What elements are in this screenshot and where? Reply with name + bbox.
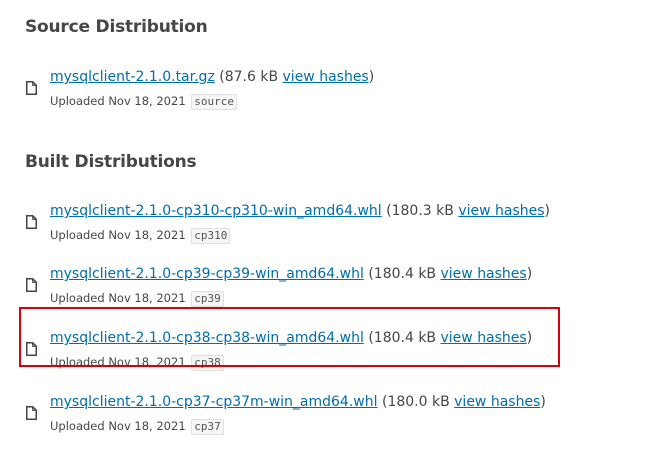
upload-date: Uploaded Nov 18, 2021	[50, 94, 186, 108]
upload-date: Uploaded Nov 18, 2021	[50, 419, 186, 433]
file-line: mysqlclient-2.1.0-cp39-cp39-win_amd64.wh…	[50, 265, 532, 283]
file-download-link[interactable]: mysqlclient-2.1.0-cp39-cp39-win_amd64.wh…	[50, 266, 364, 282]
python-tag: cp37	[191, 419, 224, 435]
view-hashes-link[interactable]: view hashes	[454, 394, 540, 410]
paren-open: (	[381, 203, 392, 219]
upload-meta: Uploaded Nov 18, 2021 source	[50, 93, 238, 110]
paren-close: )	[526, 266, 533, 282]
paren-open: (	[214, 69, 225, 85]
built-distributions-heading: Built Distributions	[25, 152, 197, 172]
paren-close: )	[368, 69, 375, 85]
file-icon	[26, 215, 37, 229]
file-download-link[interactable]: mysqlclient-2.1.0-cp37-cp37m-win_amd64.w…	[50, 394, 378, 410]
upload-meta: Uploaded Nov 18, 2021 cp37	[50, 418, 224, 435]
upload-meta: Uploaded Nov 18, 2021 cp39	[50, 290, 224, 307]
upload-meta: Uploaded Nov 18, 2021 cp310	[50, 227, 231, 244]
file-icon	[26, 81, 37, 95]
paren-close: )	[540, 394, 546, 410]
view-hashes-link[interactable]: view hashes	[283, 69, 369, 85]
python-tag: source	[191, 94, 238, 110]
file-download-link[interactable]: mysqlclient-2.1.0.tar.gz	[50, 69, 215, 85]
upload-date: Uploaded Nov 18, 2021	[50, 291, 186, 305]
highlight-annotation-box	[19, 307, 560, 367]
file-line: mysqlclient-2.1.0-cp310-cp310-win_amd64.…	[50, 202, 550, 220]
upload-date: Uploaded Nov 18, 2021	[50, 228, 186, 242]
file-line: mysqlclient-2.1.0-cp37-cp37m-win_amd64.w…	[50, 393, 546, 411]
view-hashes-link[interactable]: view hashes	[458, 203, 544, 219]
file-icon	[26, 406, 37, 420]
file-icon	[26, 278, 37, 292]
python-tag: cp39	[191, 291, 224, 307]
file-size: 180.0 kB	[387, 394, 450, 410]
file-size: 180.4 kB	[373, 266, 437, 282]
source-distribution-heading: Source Distribution	[25, 17, 208, 37]
file-download-link[interactable]: mysqlclient-2.1.0-cp310-cp310-win_amd64.…	[50, 203, 382, 219]
paren-open: (	[363, 266, 374, 282]
file-size: 87.6 kB	[224, 69, 279, 85]
python-tag: cp310	[191, 228, 231, 244]
paren-open: (	[377, 394, 388, 410]
file-size: 180.3 kB	[391, 203, 454, 219]
paren-close: )	[544, 203, 550, 219]
file-line: mysqlclient-2.1.0.tar.gz (87.6 kB view h…	[50, 68, 374, 86]
view-hashes-link[interactable]: view hashes	[441, 266, 527, 282]
